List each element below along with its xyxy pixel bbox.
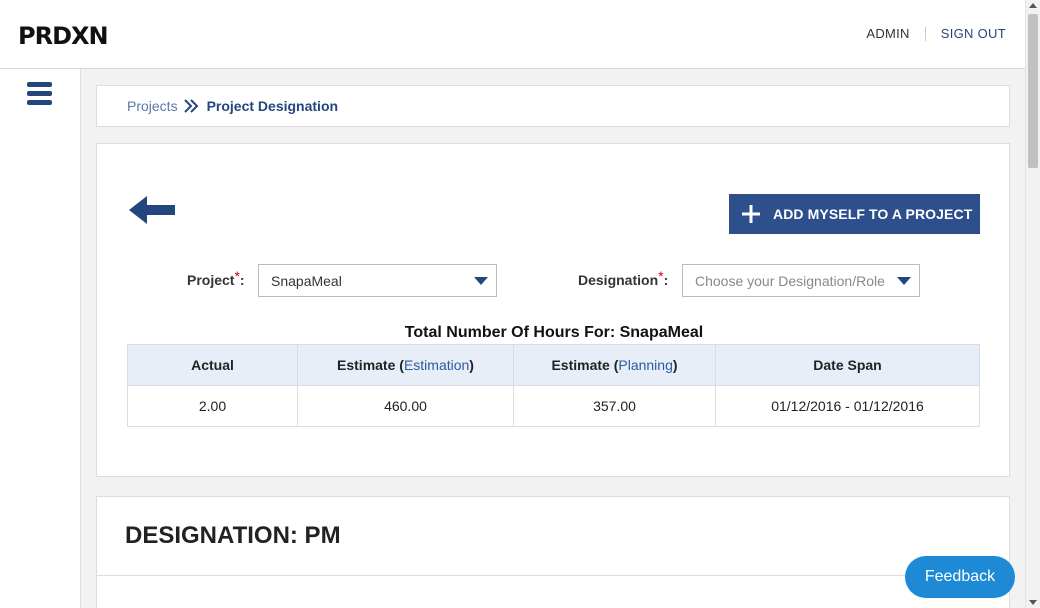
project-label: Project*:: [187, 268, 245, 288]
scrollbar-thumb[interactable]: [1028, 14, 1038, 168]
col-actual: Actual: [127, 344, 298, 386]
cell-planning: 357.00: [513, 385, 716, 427]
main-content: Projects Project Designation ADD MYSELF …: [81, 69, 1025, 608]
designation-select-placeholder: Choose your Designation/Role: [695, 272, 885, 289]
admin-link[interactable]: ADMIN: [866, 26, 924, 41]
add-myself-to-project-button[interactable]: ADD MYSELF TO A PROJECT: [729, 194, 980, 234]
cell-date-span: 01/12/2016 - 01/12/2016: [715, 385, 980, 427]
scroll-up-arrow-icon[interactable]: [1029, 3, 1037, 8]
app-header: PRDXN ADMIN SIGN OUT: [0, 0, 1025, 69]
caret-down-icon: [897, 277, 911, 285]
total-hours-title: Total Number Of Hours For: SnapaMeal: [404, 324, 704, 341]
project-select[interactable]: SnapaMeal: [258, 264, 497, 297]
hamburger-menu-icon[interactable]: [27, 82, 52, 106]
add-button-label: ADD MYSELF TO A PROJECT: [773, 206, 973, 222]
sign-out-link[interactable]: SIGN OUT: [926, 26, 1006, 41]
arrow-left-icon[interactable]: [127, 194, 177, 226]
estimation-link[interactable]: Estimation: [404, 357, 469, 373]
planning-link[interactable]: Planning: [618, 357, 673, 373]
double-chevron-right-icon: [183, 99, 199, 113]
prdxn-logo[interactable]: PRDXN: [18, 22, 109, 50]
designation-panel: DESIGNATION: PM: [96, 496, 1010, 608]
col-estimate-estimation: Estimate (Estimation): [297, 344, 514, 386]
cell-estimation: 460.00: [297, 385, 514, 427]
designation-title: DESIGNATION: PM: [125, 522, 341, 549]
caret-down-icon: [474, 277, 488, 285]
col-date-span: Date Span: [715, 344, 980, 386]
sidebar: [0, 69, 81, 608]
breadcrumb-projects-link[interactable]: Projects: [127, 98, 178, 114]
designation-label: Designation*:: [578, 268, 669, 288]
plus-icon: [742, 205, 760, 223]
feedback-button[interactable]: Feedback: [905, 556, 1015, 598]
section-divider: [97, 575, 1009, 576]
table-row: 2.00 460.00 357.00 01/12/2016 - 01/12/20…: [127, 385, 980, 427]
breadcrumb: Projects Project Designation: [96, 85, 1010, 127]
scroll-down-arrow-icon[interactable]: [1029, 600, 1037, 605]
col-estimate-planning: Estimate (Planning): [513, 344, 716, 386]
project-designation-panel: ADD MYSELF TO A PROJECT Project*: SnapaM…: [96, 143, 1010, 477]
required-mark: *: [658, 268, 664, 284]
page-scrollbar[interactable]: [1025, 0, 1040, 608]
breadcrumb-current: Project Designation: [206, 98, 339, 114]
required-mark: *: [234, 268, 240, 284]
hours-table: Actual Estimate (Estimation) Estimate (P…: [127, 344, 980, 427]
project-select-value: SnapaMeal: [271, 272, 342, 289]
top-nav: ADMIN SIGN OUT: [866, 26, 1006, 41]
cell-actual: 2.00: [127, 385, 298, 427]
table-header-row: Actual Estimate (Estimation) Estimate (P…: [127, 344, 980, 386]
designation-select[interactable]: Choose your Designation/Role: [682, 264, 920, 297]
